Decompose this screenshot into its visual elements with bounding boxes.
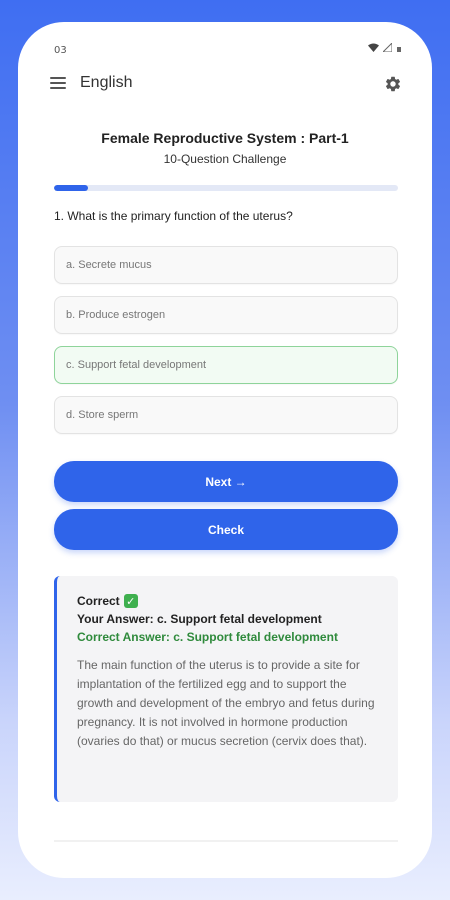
wifi-icon <box>368 43 379 52</box>
answer-options: a. Secrete mucus b. Produce estrogen c. … <box>54 246 398 446</box>
check-mark-icon: ✓ <box>123 594 138 608</box>
bottom-divider <box>54 840 398 842</box>
phone-screen: 03 English Female Reproductive System : … <box>18 22 432 878</box>
feedback-status-row: Correct ✓ <box>77 594 378 608</box>
correct-answer: Correct Answer: c. Support fetal develop… <box>77 630 338 644</box>
language-title: English <box>80 74 133 91</box>
status-bar: 03 <box>18 22 432 62</box>
status-time: 03 <box>54 45 67 56</box>
feedback-card: Correct ✓ Your Answer: c. Support fetal … <box>54 576 398 802</box>
option-d[interactable]: d. Store sperm <box>54 396 398 434</box>
progress-bar <box>54 185 398 191</box>
check-button[interactable]: Check <box>54 509 398 550</box>
menu-icon[interactable] <box>50 77 66 91</box>
quiz-title: Female Reproductive System : Part-1 <box>101 130 349 146</box>
app-bar: English <box>18 70 432 100</box>
gear-icon[interactable] <box>384 75 402 93</box>
question-text: 1. What is the primary function of the u… <box>54 209 293 223</box>
progress-fill <box>54 185 89 191</box>
next-button[interactable]: Next → <box>54 461 398 502</box>
option-a[interactable]: a. Secrete mucus <box>54 246 398 284</box>
quiz-subtitle: 10-Question Challenge <box>163 152 287 166</box>
signal-icon <box>383 43 392 52</box>
option-b[interactable]: b. Produce estrogen <box>54 296 398 334</box>
explanation-text: The main function of the uterus is to pr… <box>77 658 375 748</box>
battery-icon <box>397 47 401 52</box>
feedback-status: Correct <box>77 594 120 608</box>
status-icons <box>368 43 402 52</box>
your-answer: Your Answer: c. Support fetal developmen… <box>77 612 322 626</box>
option-c[interactable]: c. Support fetal development <box>54 346 398 384</box>
